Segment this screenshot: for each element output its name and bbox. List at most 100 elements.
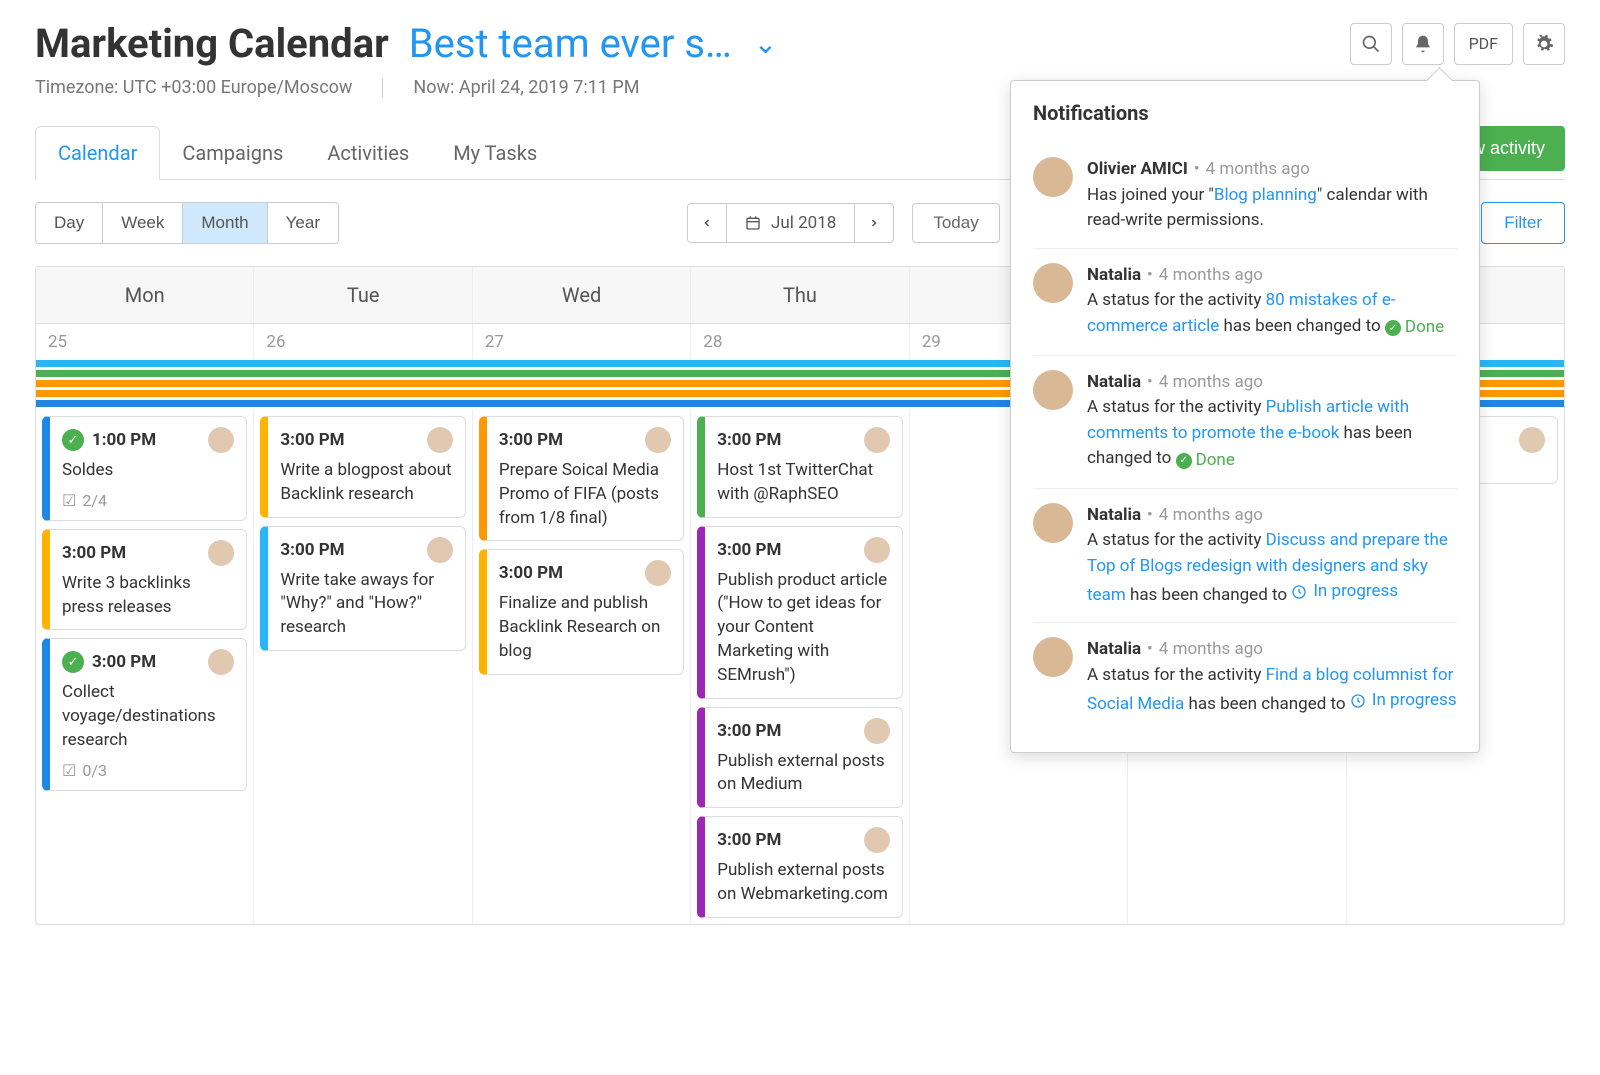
notif-link[interactable]: 80 mistakes of e-commerce article bbox=[1087, 290, 1396, 336]
assignee-avatar bbox=[864, 427, 890, 453]
page-title: Marketing Calendar bbox=[35, 20, 389, 67]
view-year[interactable]: Year bbox=[268, 203, 338, 243]
notif-avatar bbox=[1033, 637, 1073, 677]
date-cell: 27 bbox=[473, 324, 691, 360]
activity-time: 3:00 PM bbox=[62, 543, 126, 563]
notif-link[interactable]: Blog planning bbox=[1214, 185, 1317, 205]
activity-card[interactable]: ✓1:00 PMSoldes☑2/4 bbox=[42, 416, 247, 521]
notification-item[interactable]: Natalia•4 months agoA status for the act… bbox=[1033, 356, 1457, 489]
status-done: ✓ Done bbox=[1176, 448, 1235, 474]
assignee-avatar bbox=[208, 540, 234, 566]
assignee-avatar bbox=[208, 427, 234, 453]
chevron-right-icon bbox=[868, 217, 880, 229]
search-icon bbox=[1361, 34, 1381, 54]
activity-body: Publish product article ("How to get ide… bbox=[717, 569, 889, 688]
activity-time: 3:00 PM bbox=[717, 830, 781, 850]
notification-item[interactable]: Natalia•4 months agoA status for the act… bbox=[1033, 489, 1457, 624]
notif-ago: 4 months ago bbox=[1159, 639, 1263, 659]
notif-ago: 4 months ago bbox=[1159, 372, 1263, 392]
clock-icon bbox=[1291, 584, 1307, 600]
activity-time: 3:00 PM bbox=[499, 563, 563, 583]
checklist-count: 0/3 bbox=[82, 761, 107, 780]
activity-body: Write a blogpost about Backlink research bbox=[280, 459, 452, 507]
notifications-button[interactable] bbox=[1402, 23, 1444, 65]
assignee-avatar bbox=[645, 560, 671, 586]
assignee-avatar bbox=[427, 537, 453, 563]
activity-card[interactable]: 3:00 PMPrepare Soical Media Promo of FIF… bbox=[479, 416, 684, 541]
header: Marketing Calendar Best team ever s… ⌄ P… bbox=[35, 20, 1565, 67]
tab-campaigns[interactable]: Campaigns bbox=[160, 127, 305, 179]
activity-body: Publish external posts on Webmarketing.c… bbox=[717, 859, 889, 907]
checklist-icon: ☑ bbox=[62, 761, 76, 780]
assignee-avatar bbox=[1519, 427, 1545, 453]
date-cell: 25 bbox=[36, 324, 254, 360]
notif-link[interactable]: Publish article with comments to promote… bbox=[1087, 397, 1409, 443]
timezone-label: Timezone: UTC +03:00 Europe/Moscow bbox=[35, 77, 352, 98]
activity-card[interactable]: 3:00 PM Publish product article ("How to … bbox=[697, 526, 902, 699]
activity-card[interactable]: ✓3:00 PMCollect voyage/destinations rese… bbox=[42, 638, 247, 790]
notification-item[interactable]: Natalia•4 months agoA status for the act… bbox=[1033, 623, 1457, 731]
activity-body: Write take aways for "Why?" and "How?" r… bbox=[280, 569, 452, 640]
activity-card[interactable]: 3:00 PMHost 1st TwitterChat with @RaphSE… bbox=[697, 416, 902, 518]
bell-icon bbox=[1413, 34, 1433, 54]
activity-card[interactable]: 3:00 PMPublish external posts on Medium bbox=[697, 707, 902, 809]
activity-card[interactable]: 3:00 PM Publish external posts on Webmark… bbox=[697, 816, 902, 918]
filter-button[interactable]: Filter bbox=[1481, 202, 1565, 244]
notif-name: Natalia bbox=[1087, 639, 1141, 659]
calendar-icon bbox=[745, 215, 761, 231]
activity-time: 3:00 PM bbox=[717, 540, 781, 560]
activity-card[interactable]: 3:00 PM Write 3 backlinks press releases bbox=[42, 529, 247, 631]
activity-card[interactable]: 3:00 PM Finalize and publish Backlink Res… bbox=[479, 549, 684, 674]
activity-body: Collect voyage/destinations research bbox=[62, 681, 234, 752]
activity-card[interactable]: 3:00 PMWrite take aways for "Why?" and "… bbox=[260, 526, 465, 651]
activity-body: Finalize and publish Backlink Research o… bbox=[499, 592, 671, 663]
day-column: 3:00 PM Host 1st TwitterChat with @RaphSE… bbox=[691, 410, 909, 924]
view-month[interactable]: Month bbox=[183, 203, 267, 243]
activity-time: 3:00 PM bbox=[717, 721, 781, 741]
notif-ago: 4 months ago bbox=[1159, 505, 1263, 525]
notification-item[interactable]: Olivier AMICI•4 months agoHas joined you… bbox=[1033, 143, 1457, 249]
notif-name: Natalia bbox=[1087, 265, 1141, 285]
chevron-down-icon[interactable]: ⌄ bbox=[754, 27, 777, 60]
date-nav: Jul 2018 Today bbox=[687, 203, 1000, 243]
date-cell: 26 bbox=[254, 324, 472, 360]
notif-ago: 4 months ago bbox=[1159, 265, 1263, 285]
check-icon: ✓ bbox=[62, 429, 84, 451]
assignee-avatar bbox=[864, 537, 890, 563]
notification-item[interactable]: Natalia•4 months agoA status for the act… bbox=[1033, 249, 1457, 356]
assignee-avatar bbox=[864, 718, 890, 744]
assignee-avatar bbox=[645, 427, 671, 453]
pdf-button[interactable]: PDF bbox=[1454, 23, 1513, 65]
activity-time: 3:00 PM bbox=[280, 430, 344, 450]
notifications-title: Notifications bbox=[1033, 101, 1457, 125]
notif-avatar bbox=[1033, 157, 1073, 197]
team-selector-label[interactable]: Best team ever s… bbox=[409, 20, 732, 67]
activity-time: 3:00 PM bbox=[499, 430, 563, 450]
activity-card[interactable]: 3:00 PM Write a blogpost about Backlink r… bbox=[260, 416, 465, 518]
status-in-progress: In progress bbox=[1291, 579, 1398, 605]
status-done: ✓ Done bbox=[1385, 315, 1444, 341]
tab-activities[interactable]: Activities bbox=[305, 127, 431, 179]
prev-button[interactable] bbox=[687, 203, 727, 243]
today-button[interactable]: Today bbox=[912, 203, 999, 243]
notif-name: Olivier AMICI bbox=[1087, 159, 1188, 179]
date-label-text: Jul 2018 bbox=[771, 213, 836, 233]
check-icon: ✓ bbox=[62, 651, 84, 673]
dayhead-wed: Wed bbox=[473, 267, 691, 323]
tab-calendar[interactable]: Calendar bbox=[35, 126, 160, 180]
chevron-left-icon bbox=[701, 217, 713, 229]
notif-avatar bbox=[1033, 503, 1073, 543]
date-picker[interactable]: Jul 2018 bbox=[727, 203, 854, 243]
activity-body: Write 3 backlinks press releases bbox=[62, 572, 234, 620]
view-segment: Day Week Month Year bbox=[35, 202, 339, 244]
search-button[interactable] bbox=[1350, 23, 1392, 65]
settings-button[interactable] bbox=[1523, 23, 1565, 65]
tab-my-tasks[interactable]: My Tasks bbox=[431, 127, 559, 179]
view-day[interactable]: Day bbox=[36, 203, 103, 243]
view-week[interactable]: Week bbox=[103, 203, 183, 243]
activity-body: Host 1st TwitterChat with @RaphSEO bbox=[717, 459, 889, 507]
checklist-icon: ☑ bbox=[62, 491, 76, 510]
clock-icon bbox=[1350, 693, 1366, 709]
next-button[interactable] bbox=[854, 203, 894, 243]
status-in-progress: In progress bbox=[1350, 688, 1457, 714]
